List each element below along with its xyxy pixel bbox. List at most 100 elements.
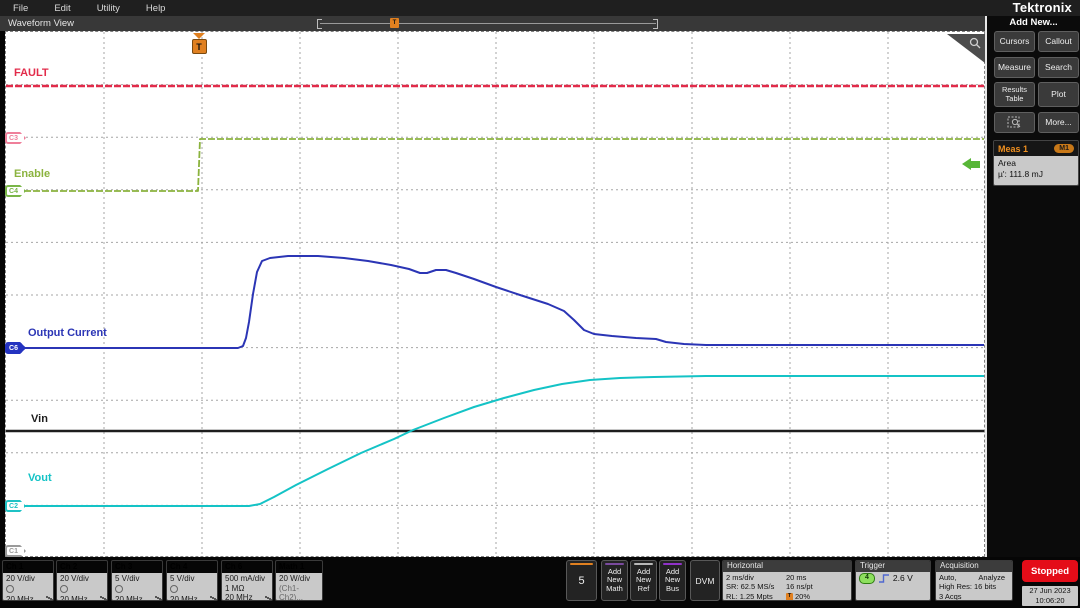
trigger-source-pill: 4 <box>859 573 875 584</box>
math1-scale: 20 W/div <box>279 574 319 584</box>
ch2-body: 20 V/div 20 MHz <box>57 573 107 601</box>
channel-badge-ch6[interactable]: Ch 6 500 mA/div 1 MΩ 20 MHz <box>221 560 273 601</box>
plot-button[interactable]: Plot <box>1038 82 1079 107</box>
ch6-impedance: 1 MΩ <box>225 584 269 594</box>
acquisition-body: Auto, Analyze High Res: 16 bits 3 Acqs <box>936 572 1012 601</box>
callout-button[interactable]: Callout <box>1038 31 1079 52</box>
meas1-body: Area µ': 111.8 mJ <box>994 156 1078 185</box>
menu-help[interactable]: Help <box>133 3 179 14</box>
horizontal-panel[interactable]: Horizontal 2 ms/div20 ms SR: 62.5 MS/s16… <box>722 560 852 601</box>
menu-utility[interactable]: Utility <box>84 3 133 14</box>
trigger-position-percent: 20% <box>795 592 810 601</box>
ref-accent-bar <box>634 563 653 565</box>
meas1-name: Area <box>998 158 1074 169</box>
add-new-bus-button[interactable]: Add New Bus <box>659 560 686 601</box>
waveform-count-button[interactable]: 5 <box>566 560 597 601</box>
datetime-display: 27 Jun 2023 10:06:20 <box>1022 586 1078 606</box>
menu-edit[interactable]: Edit <box>41 3 83 14</box>
search-button[interactable]: Search <box>1038 57 1079 78</box>
ch2-bandwidth: 20 MHz <box>60 595 104 601</box>
meas1-m1-pill: M1 <box>1054 144 1074 153</box>
ch6-body: 500 mA/div 1 MΩ 20 MHz <box>222 573 272 601</box>
trigger-flag-t-icon: T <box>192 39 207 54</box>
ch4-name: Ch 4 <box>167 561 217 573</box>
cursors-button[interactable]: Cursors <box>994 31 1035 52</box>
enable-label: Enable <box>14 168 50 180</box>
channel-badge-ch4[interactable]: Ch 4 5 V/div 20 MHz <box>166 560 218 601</box>
menu-bar: File Edit Utility Help Tektronix <box>0 0 1080 16</box>
meas1-header: Meas 1 M1 <box>994 141 1078 156</box>
trigger-level-arrow-head <box>962 158 971 170</box>
bottom-bar: Ch 1 20 V/div 20 MHz Ch 2 20 V/div 20 MH… <box>0 557 1080 608</box>
zoom-select-button[interactable] <box>994 112 1035 133</box>
record-length: RL: 1.25 Mpts <box>726 592 786 601</box>
ch3-body: 5 V/div 20 MHz <box>112 573 162 601</box>
math1-name: Math 1 <box>276 561 322 573</box>
acquisition-panel[interactable]: Acquisition Auto, Analyze High Res: 16 b… <box>935 560 1013 601</box>
dvm-label: DVM <box>696 576 715 586</box>
enable-trace <box>6 139 984 191</box>
dvm-button[interactable]: DVM <box>690 560 720 601</box>
ch1-scale: 20 V/div <box>6 574 50 584</box>
waveform-view-tab[interactable]: Waveform View T <box>0 16 985 31</box>
channel-badge-ch1[interactable]: Ch 1 20 V/div 20 MHz <box>2 560 54 601</box>
overview-trigger-pin-icon[interactable]: T <box>390 18 399 28</box>
math1-badge[interactable]: Math 1 20 W/div (Ch1-Ch2)... <box>275 560 323 601</box>
channel-badge-ch2[interactable]: Ch 2 20 V/div 20 MHz <box>56 560 108 601</box>
probe-icon <box>115 585 123 593</box>
horizontal-scale: 2 ms/div <box>726 573 786 582</box>
ch4-scale: 5 V/div <box>170 574 214 584</box>
ch3-name: Ch 3 <box>112 561 162 573</box>
vout-trace <box>6 376 984 506</box>
sample-rate: SR: 62.5 MS/s <box>726 582 786 591</box>
acquisition-mode: Auto, <box>939 573 957 582</box>
acquisition-analyze[interactable]: Analyze <box>978 573 1005 582</box>
output-current-label: Output Current <box>28 327 107 339</box>
add-new-bus-label: Add New Bus <box>660 568 685 594</box>
add-new-ref-button[interactable]: Add New Ref <box>630 560 657 601</box>
measure-button[interactable]: Measure <box>994 57 1035 78</box>
horizontal-title: Horizontal <box>723 561 851 572</box>
vout-label: Vout <box>28 472 52 484</box>
output-current-trace <box>6 256 984 348</box>
channel-badge-ch3[interactable]: Ch 3 5 V/div 20 MHz <box>111 560 163 601</box>
add-new-math-button[interactable]: Add New Math <box>601 560 628 601</box>
right-sidebar: Add New... Cursors Callout Measure Searc… <box>985 16 1080 557</box>
add-new-heading: Add New... <box>987 17 1080 28</box>
ch4-bandwidth: 20 MHz <box>170 595 214 601</box>
horizontal-window: 20 ms <box>786 573 806 582</box>
oscilloscope-app: File Edit Utility Help Tektronix Wavefor… <box>0 0 1080 608</box>
acquisition-detail: High Res: 16 bits <box>939 582 1009 591</box>
fault-label: FAULT <box>14 67 49 79</box>
bandwidth-steps-icon <box>267 597 269 599</box>
ch2-scale: 20 V/div <box>60 574 104 584</box>
add-new-ref-label: Add New Ref <box>631 568 656 594</box>
menu-file[interactable]: File <box>0 3 41 14</box>
zoom-select-icon <box>1007 116 1022 129</box>
trigger-panel[interactable]: Trigger 4 2.6 V <box>855 560 931 601</box>
run-stop-button[interactable]: Stopped <box>1022 560 1078 582</box>
ch4-body: 5 V/div 20 MHz <box>167 573 217 601</box>
ch1-bandwidth: 20 MHz <box>6 595 50 601</box>
results-table-button[interactable]: Results Table <box>994 82 1035 107</box>
count-accent-bar <box>570 563 593 565</box>
math1-body: 20 W/div (Ch1-Ch2)... <box>276 573 322 601</box>
acquisition-count: 3 Acqs <box>939 592 1009 601</box>
meas1-badge[interactable]: Meas 1 M1 Area µ': 111.8 mJ <box>993 140 1079 186</box>
waveform-view-title: Waveform View <box>0 18 74 29</box>
waveform-plot <box>6 32 984 556</box>
horizontal-overview-bar[interactable] <box>320 23 656 24</box>
bandwidth-steps-icon <box>157 597 159 599</box>
rising-edge-icon <box>878 573 890 584</box>
meas1-value: µ': 111.8 mJ <box>998 169 1074 180</box>
ch6-bandwidth: 20 MHz <box>225 593 269 601</box>
vin-label: Vin <box>31 413 48 425</box>
bandwidth-steps-icon <box>102 597 104 599</box>
ch1-name: Ch 1 <box>3 561 53 573</box>
trigger-level-arrow-icon[interactable] <box>962 158 980 170</box>
meas1-title: Meas 1 <box>998 144 1028 154</box>
more-button[interactable]: More... <box>1038 112 1079 133</box>
time-label: 10:06:20 <box>1022 596 1078 606</box>
tektronix-logo: Tektronix <box>1013 0 1072 15</box>
trigger-position-flag[interactable]: T <box>192 33 206 54</box>
